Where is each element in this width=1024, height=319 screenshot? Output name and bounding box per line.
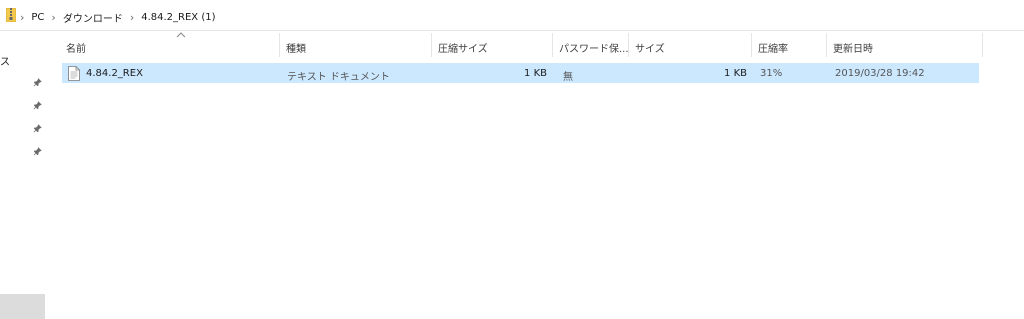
file-name[interactable]: 4.84.2_REX xyxy=(86,68,143,79)
nav-item-selected[interactable] xyxy=(0,294,45,319)
pin-icon[interactable] xyxy=(33,124,42,133)
file-ratio: 31% xyxy=(760,68,783,79)
column-header-label: 圧縮サイズ xyxy=(438,44,488,55)
column-header-label: 名前 xyxy=(66,44,86,55)
file-size: 1 KB xyxy=(724,68,747,79)
navigation-pane: ス xyxy=(0,31,47,319)
breadcrumb-archive[interactable]: 4.84.2_REX (1) xyxy=(141,12,215,23)
nav-item-quick-access[interactable]: ス xyxy=(0,53,10,68)
pin-icon[interactable] xyxy=(33,101,42,110)
column-divider[interactable] xyxy=(982,33,983,57)
column-header-label: 圧縮率 xyxy=(758,44,788,55)
pin-icon[interactable] xyxy=(33,78,42,87)
chevron-right-icon[interactable]: › xyxy=(20,12,24,23)
column-header-label: パスワード保... xyxy=(559,44,629,55)
text-document-icon xyxy=(68,66,80,81)
column-header-name[interactable]: 名前 xyxy=(60,31,280,61)
breadcrumb-pc[interactable]: PC xyxy=(31,12,44,23)
column-header-size[interactable]: サイズ xyxy=(629,31,752,61)
column-header-row: 名前 種類 圧縮サイズ パスワード保... サイズ 圧縮率 更新日時 xyxy=(48,31,1024,61)
pin-icon[interactable] xyxy=(33,147,42,156)
chevron-right-icon[interactable]: › xyxy=(51,12,55,23)
chevron-right-icon[interactable]: › xyxy=(130,12,134,23)
file-compressed-size: 1 KB xyxy=(524,68,547,79)
column-header-password-protected[interactable]: パスワード保... xyxy=(553,31,629,61)
zip-folder-icon xyxy=(6,8,16,22)
sort-ascending-icon xyxy=(176,32,186,38)
column-header-type[interactable]: 種類 xyxy=(280,31,432,61)
file-type: テキスト ドキュメント xyxy=(287,72,390,83)
column-header-label: 更新日時 xyxy=(833,44,873,55)
column-header-label: 種類 xyxy=(286,44,306,55)
column-header-label: サイズ xyxy=(635,44,665,55)
address-bar[interactable]: › PC › ダウンロード › 4.84.2_REX (1) xyxy=(0,0,1024,31)
column-header-compressed-size[interactable]: 圧縮サイズ xyxy=(432,31,553,61)
column-header-ratio[interactable]: 圧縮率 xyxy=(752,31,827,61)
breadcrumb: › PC › ダウンロード › 4.84.2_REX (1) xyxy=(20,10,216,26)
file-modified: 2019/03/28 19:42 xyxy=(835,68,925,79)
breadcrumb-downloads[interactable]: ダウンロード xyxy=(63,10,123,25)
column-header-modified[interactable]: 更新日時 xyxy=(827,31,983,61)
file-row[interactable]: 4.84.2_REX テキスト ドキュメント 1 KB 無 1 KB 31% 2… xyxy=(62,63,979,83)
file-list: 4.84.2_REX テキスト ドキュメント 1 KB 無 1 KB 31% 2… xyxy=(62,63,979,83)
file-password-protected: 無 xyxy=(563,72,573,83)
